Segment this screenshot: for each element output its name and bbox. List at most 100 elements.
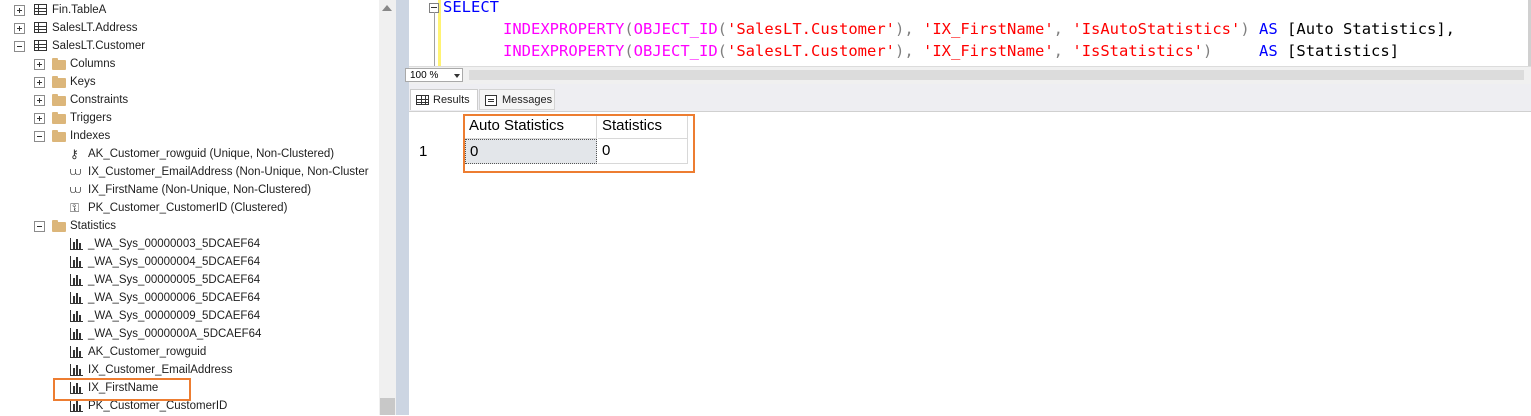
messages-icon (485, 95, 497, 106)
statistics-icon (70, 310, 83, 322)
tree-item[interactable]: _WA_Sys_00000006_5DCAEF64 (0, 289, 378, 307)
expand-plus-icon[interactable] (14, 23, 25, 34)
row-number[interactable]: 1 (415, 140, 463, 164)
editor-horizontal-scrollbar[interactable] (469, 70, 1524, 80)
expand-plus-icon[interactable] (34, 95, 45, 106)
folder-icon (52, 220, 66, 232)
tree-item[interactable]: Triggers (0, 109, 378, 127)
tree-item-label: IX_Customer_EmailAddress (88, 364, 233, 376)
statistics-icon (70, 292, 83, 304)
table-icon (34, 22, 47, 33)
tab-messages-label: Messages (502, 94, 553, 106)
tree-item[interactable]: Indexes (0, 127, 378, 145)
tree-item-label: IX_FirstName (Non-Unique, Non-Clustered) (88, 184, 312, 196)
tree-item-label: AK_Customer_rowguid (Unique, Non-Cluster… (88, 148, 335, 160)
punct: , (1053, 42, 1064, 60)
punct: ( (624, 20, 634, 38)
function-indexproperty: INDEXPROPERTY (503, 42, 625, 60)
tree-item-label: SalesLT.Customer (52, 40, 146, 52)
tree-item-label: AK_Customer_rowguid (88, 346, 207, 358)
tree-item[interactable]: ⚷ AK_Customer_rowguid (Unique, Non-Cluste… (0, 145, 378, 163)
tree-item[interactable]: IX_Customer_EmailAddress (0, 361, 378, 379)
folder-icon (52, 94, 66, 106)
outline-margin-line (434, 12, 435, 66)
tree-item[interactable]: ⩊ IX_Customer_EmailAddress (Non-Unique, N… (0, 163, 378, 181)
string-property: 'IsStatistics' (1072, 42, 1204, 60)
tree-item[interactable]: AK_Customer_rowguid (0, 343, 378, 361)
statistics-icon (70, 346, 83, 358)
tree-item[interactable]: _WA_Sys_00000003_5DCAEF64 (0, 235, 378, 253)
grid-icon (416, 95, 429, 105)
folder-icon (52, 76, 66, 88)
statistics-icon (70, 364, 83, 376)
key-icon: ⚷ (70, 147, 79, 161)
expand-plus-icon[interactable] (14, 5, 25, 16)
collapse-minus-icon[interactable] (34, 221, 45, 232)
results-grid: Auto Statistics Statistics 1 0 0 (409, 111, 1531, 416)
tree-item[interactable]: Columns (0, 55, 378, 73)
tree-item[interactable]: Fin.TableA (0, 1, 378, 19)
highlight-box-results (463, 114, 695, 173)
code-line-2: INDEXPROPERTY(OBJECT_ID('SalesLT.Custome… (503, 20, 1455, 38)
tree-item[interactable]: _WA_Sys_0000000A_5DCAEF64 (0, 325, 378, 343)
tree-item-label: Triggers (70, 112, 112, 124)
code-line-3: INDEXPROPERTY(OBJECT_ID('SalesLT.Custome… (503, 42, 1399, 60)
table-icon (34, 40, 47, 51)
tree-item[interactable]: ⩊ IX_FirstName (Non-Unique, Non-Clustered… (0, 181, 378, 199)
expand-plus-icon[interactable] (34, 77, 45, 88)
zoom-dropdown[interactable]: 100 % (405, 68, 463, 82)
tab-results-label: Results (433, 94, 470, 106)
tree-item-label: Fin.TableA (52, 4, 107, 16)
keyword-select: SELECT (443, 0, 499, 16)
punct: , (1053, 20, 1064, 38)
pane-splitter[interactable] (396, 0, 409, 415)
expand-plus-icon[interactable] (34, 113, 45, 124)
keyword-as: AS (1259, 20, 1278, 38)
tree-item[interactable]: _WA_Sys_00000005_5DCAEF64 (0, 271, 378, 289)
punct: ( (717, 20, 728, 38)
tree-item-label: _WA_Sys_0000000A_5DCAEF64 (88, 328, 262, 340)
tree-item[interactable]: Keys (0, 73, 378, 91)
zoom-bar: 100 % (405, 66, 1531, 84)
query-editor[interactable]: SELECT INDEXPROPERTY(OBJECT_ID('SalesLT.… (409, 0, 1531, 66)
tree-item[interactable]: Constraints (0, 91, 378, 109)
statistics-icon (70, 256, 83, 268)
tree-item-label: Statistics (70, 220, 117, 232)
string-table: 'SalesLT.Customer' (727, 42, 895, 60)
table-icon (34, 4, 47, 15)
tree-item[interactable]: _WA_Sys_00000009_5DCAEF64 (0, 307, 378, 325)
scrollbar-thumb[interactable] (380, 398, 395, 415)
tree-item-label: _WA_Sys_00000005_5DCAEF64 (88, 274, 261, 286)
tree-item-label: SalesLT.Address (52, 22, 138, 34)
punct: ), (895, 20, 914, 38)
string-table: 'SalesLT.Customer' (727, 20, 895, 38)
tree-item-label: _WA_Sys_00000006_5DCAEF64 (88, 292, 261, 304)
tab-messages[interactable]: Messages (479, 89, 555, 110)
function-indexproperty: INDEXPROPERTY (503, 20, 625, 38)
collapse-minus-icon[interactable] (34, 131, 45, 142)
object-explorer: Fin.TableA SalesLT.Address SalesLT.Custome… (0, 0, 396, 415)
punct: ) (1240, 20, 1250, 38)
folder-icon (52, 58, 66, 70)
tree-item[interactable]: _WA_Sys_00000004_5DCAEF64 (0, 253, 378, 271)
string-index: 'IX_FirstName' (923, 42, 1054, 60)
object-explorer-scrollbar[interactable] (379, 0, 396, 415)
folder-icon (52, 112, 66, 124)
tree-item[interactable]: SalesLT.Address (0, 19, 378, 37)
statistics-icon (70, 238, 83, 250)
chevron-down-icon (454, 74, 460, 78)
primary-key-icon: ⚿ (70, 201, 80, 215)
code-line-1: SELECT (443, 0, 499, 16)
tree-item[interactable]: ⚿ PK_Customer_CustomerID (Clustered) (0, 199, 378, 217)
collapse-minus-icon[interactable] (14, 41, 25, 52)
punct: ( (624, 42, 634, 60)
results-tab-bar: Results Messages (409, 84, 1531, 111)
folder-icon (52, 130, 66, 142)
expand-plus-icon[interactable] (34, 59, 45, 70)
scroll-up-arrow-icon[interactable] (382, 5, 392, 11)
tree-item[interactable]: SalesLT.Customer (0, 37, 378, 55)
tree-item[interactable]: Statistics (0, 217, 378, 235)
zoom-value: 100 % (410, 70, 439, 81)
tab-results[interactable]: Results (410, 89, 478, 110)
string-index: 'IX_FirstName' (923, 20, 1054, 38)
